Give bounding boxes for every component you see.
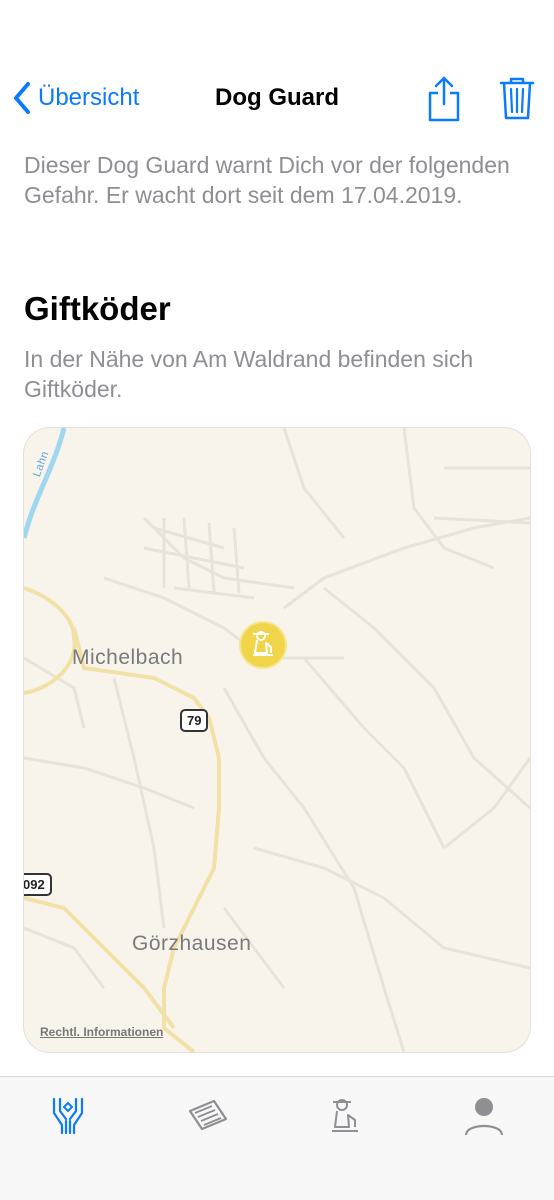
danger-title: Giftköder — [24, 290, 171, 327]
tab-profile[interactable] — [462, 1093, 506, 1137]
place-label-goerzhausen: Görzhausen — [132, 932, 252, 955]
tab-dog-guards[interactable] — [46, 1093, 90, 1137]
danger-description: In der Nähe von Am Waldrand befinden sic… — [24, 346, 474, 402]
map-roads — [24, 428, 530, 1052]
dog-guard-pin-icon — [253, 631, 273, 656]
delete-button[interactable] — [499, 76, 535, 120]
intro-text: Dieser Dog Guard warnt Dich vor der folg… — [24, 152, 510, 208]
navigation-bar: Übersicht Dog Guard — [0, 70, 554, 126]
place-label-michelbach: Michelbach — [72, 646, 184, 669]
legal-info-link[interactable]: Rechtl. Informationen — [40, 1025, 163, 1039]
newspaper-icon — [188, 1099, 228, 1131]
dog-icon — [332, 1099, 358, 1132]
share-icon — [428, 76, 460, 122]
road-number-79: 79 — [180, 709, 209, 732]
map-view[interactable]: Michelbach Görzhausen Lahn 79 092 Rechtl… — [24, 428, 530, 1052]
tab-bar — [0, 1076, 554, 1200]
tab-news[interactable] — [186, 1093, 230, 1137]
tab-dog[interactable] — [322, 1093, 366, 1137]
profile-icon — [464, 1098, 504, 1136]
share-button[interactable] — [426, 74, 462, 122]
trash-icon — [499, 77, 535, 120]
hands-icon — [52, 1097, 84, 1135]
dog-guard-pin[interactable] — [241, 623, 285, 667]
page-title: Dog Guard — [215, 84, 339, 111]
road-number-092: 092 — [24, 873, 52, 896]
